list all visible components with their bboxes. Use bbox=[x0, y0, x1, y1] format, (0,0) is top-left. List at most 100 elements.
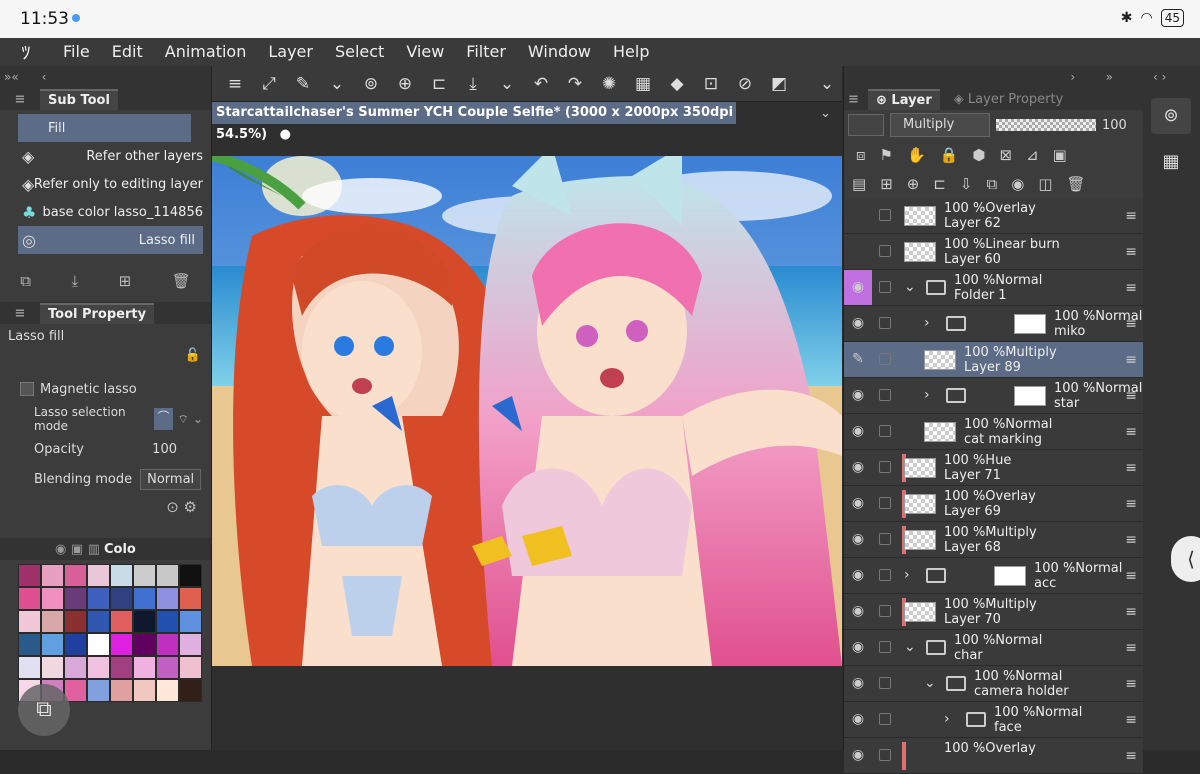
color-swatch[interactable] bbox=[156, 679, 179, 702]
panel-collapse-bar[interactable]: »« ‹ bbox=[0, 66, 211, 88]
layer-row[interactable]: 100 %Overlay Layer 62 ≡ bbox=[844, 198, 1143, 234]
layer-menu-icon[interactable]: ≡ bbox=[1125, 604, 1137, 620]
color-swatch[interactable] bbox=[179, 633, 202, 656]
layer-row[interactable]: ◉ › 100 %Normal star ≡ bbox=[844, 378, 1143, 414]
layer-menu-icon[interactable]: ≡ bbox=[1125, 496, 1137, 512]
layer-menu-icon[interactable]: ≡ bbox=[1125, 568, 1137, 584]
color-swatch[interactable] bbox=[156, 587, 179, 610]
visibility-eye-icon[interactable] bbox=[848, 243, 868, 261]
color-swatch[interactable] bbox=[110, 679, 133, 702]
layer-row[interactable]: ◉ › 100 %Normal miko ≡ bbox=[844, 306, 1143, 342]
duplicate-icon[interactable]: ⊞ bbox=[119, 272, 132, 290]
menu-animation[interactable]: Animation bbox=[154, 38, 258, 66]
color-swatch[interactable] bbox=[156, 633, 179, 656]
layer-row[interactable]: ◉ ⌄ 100 %Normal char ≡ bbox=[844, 630, 1143, 666]
layer-menu-icon[interactable]: ≡ bbox=[1125, 352, 1137, 368]
visibility-eye-icon[interactable]: ◉ bbox=[848, 711, 868, 729]
layer-lock-checkbox[interactable] bbox=[879, 245, 891, 257]
lasso-mode-option[interactable]: ⌒ bbox=[153, 408, 174, 430]
layer-lock-checkbox[interactable] bbox=[879, 569, 891, 581]
visibility-eye-icon[interactable]: ◉ bbox=[844, 270, 872, 305]
panel-menu-icon[interactable]: ≡ bbox=[0, 306, 40, 321]
trash-icon[interactable]: 🗑 bbox=[172, 272, 191, 290]
color-swatch[interactable] bbox=[18, 656, 41, 679]
new-file-icon[interactable]: ⊕ bbox=[390, 69, 420, 99]
folder-toggle-icon[interactable]: › bbox=[924, 315, 930, 331]
chevron-down-icon[interactable]: ⌄ bbox=[322, 69, 352, 99]
open-icon[interactable]: ⊏ bbox=[424, 69, 454, 99]
color-swatch[interactable] bbox=[87, 564, 110, 587]
clip-icon[interactable]: ⧈ bbox=[856, 146, 866, 164]
color-swatch[interactable] bbox=[87, 633, 110, 656]
expand-icon[interactable]: ⤢ bbox=[254, 69, 284, 99]
layer-lock-checkbox[interactable] bbox=[879, 389, 891, 401]
menu-view[interactable]: View bbox=[395, 38, 455, 66]
invert-selection-icon[interactable]: ◩ bbox=[764, 69, 794, 99]
color-swatch[interactable] bbox=[87, 610, 110, 633]
color-tabs-icons[interactable]: ◉ ▣ ▥ bbox=[0, 542, 100, 557]
color-swatch[interactable] bbox=[41, 656, 64, 679]
visibility-eye-icon[interactable]: ◉ bbox=[848, 459, 868, 477]
loading-icon[interactable]: ✺ bbox=[594, 69, 624, 99]
settings-icon[interactable]: ⧉ bbox=[20, 272, 31, 290]
subtool-base-color-lasso[interactable]: ♣ base color lasso_114856 bbox=[0, 198, 211, 226]
color-swatch[interactable] bbox=[133, 679, 156, 702]
visibility-eye-icon[interactable]: ✎ bbox=[848, 351, 868, 369]
layer-row[interactable]: 100 %Linear burn Layer 60 ≡ bbox=[844, 234, 1143, 270]
color-swatch[interactable] bbox=[133, 587, 156, 610]
floating-screenshot-button[interactable]: ⧉ bbox=[18, 684, 70, 736]
layer-menu-icon[interactable]: ≡ bbox=[1125, 676, 1137, 692]
reference-icon[interactable]: ⚑ bbox=[880, 146, 893, 164]
blend-mode-select[interactable]: Multiply bbox=[890, 113, 990, 137]
visibility-eye-icon[interactable]: ◉ bbox=[848, 567, 868, 585]
chevron-down-icon[interactable]: ⌄ bbox=[812, 69, 842, 99]
layer-lock-checkbox[interactable] bbox=[879, 533, 891, 545]
trash-icon[interactable]: 🗑 bbox=[1067, 175, 1086, 193]
color-swatch[interactable] bbox=[87, 656, 110, 679]
layer-menu-icon[interactable]: ≡ bbox=[1125, 640, 1137, 656]
side-pull-tab-icon[interactable]: ⟨ bbox=[1171, 536, 1200, 582]
folder-toggle-icon[interactable]: › bbox=[924, 387, 930, 403]
color-swatch[interactable] bbox=[133, 633, 156, 656]
layer-menu-icon[interactable]: ≡ bbox=[1125, 316, 1137, 332]
menu-select[interactable]: Select bbox=[324, 38, 395, 66]
color-swatch[interactable] bbox=[87, 679, 110, 702]
layer-lock-checkbox[interactable] bbox=[879, 281, 891, 293]
folder-toggle-icon[interactable]: › bbox=[944, 711, 950, 727]
color-swatch[interactable] bbox=[848, 114, 884, 136]
menu-edit[interactable]: Edit bbox=[101, 38, 154, 66]
layer-lock-checkbox[interactable] bbox=[879, 209, 891, 221]
layer-row[interactable]: ◉ 100 %Normal cat marking ≡ bbox=[844, 414, 1143, 450]
chevron-down-icon[interactable]: ⌄ bbox=[492, 69, 522, 99]
document-tab[interactable]: Starcattailchaser's Summer YCH Couple Se… bbox=[212, 102, 736, 142]
folder-toggle-icon[interactable]: ⌄ bbox=[924, 675, 936, 691]
panel-menu-icon[interactable]: ≡ bbox=[848, 92, 868, 107]
new-folder-icon[interactable]: ⊏ bbox=[933, 175, 946, 193]
color-swatch[interactable] bbox=[41, 587, 64, 610]
color-swatch[interactable] bbox=[179, 587, 202, 610]
color-swatch[interactable] bbox=[156, 564, 179, 587]
lock-icon[interactable]: 🔓 bbox=[0, 348, 211, 368]
import-icon[interactable]: ⤓ bbox=[71, 272, 78, 290]
subtool-refer-editing[interactable]: ◈ Refer only to editing layer bbox=[0, 170, 211, 198]
color-swatch[interactable] bbox=[64, 633, 87, 656]
toolprop-tab[interactable]: Tool Property bbox=[40, 302, 155, 324]
color-swatch[interactable] bbox=[64, 610, 87, 633]
save-icon[interactable]: ⤓ bbox=[458, 69, 488, 99]
subtool-fill[interactable]: Fill bbox=[18, 114, 191, 142]
redo-icon[interactable]: ↷ bbox=[560, 69, 590, 99]
panel-collapse-bar[interactable]: › » bbox=[844, 66, 1143, 88]
brush-settings-icon[interactable]: ✎ bbox=[288, 69, 318, 99]
mask-icon[interactable]: ⊠ bbox=[999, 146, 1012, 164]
draft-icon[interactable]: ✋ bbox=[907, 146, 926, 164]
visibility-eye-icon[interactable]: ◉ bbox=[848, 423, 868, 441]
layer-lock-checkbox[interactable] bbox=[879, 749, 891, 761]
layer-menu-icon[interactable]: ≡ bbox=[1125, 280, 1137, 296]
menu-help[interactable]: Help bbox=[602, 38, 660, 66]
color-icon[interactable]: ▣ bbox=[1053, 146, 1067, 164]
magnetic-checkbox[interactable] bbox=[20, 382, 34, 396]
polyline-mode-option[interactable]: ⌔ bbox=[173, 412, 193, 427]
layer-menu-icon[interactable]: ≡ bbox=[1125, 748, 1137, 764]
layer-property-tab[interactable]: ◈ Layer Property bbox=[954, 92, 1064, 107]
color-swatch[interactable] bbox=[110, 587, 133, 610]
